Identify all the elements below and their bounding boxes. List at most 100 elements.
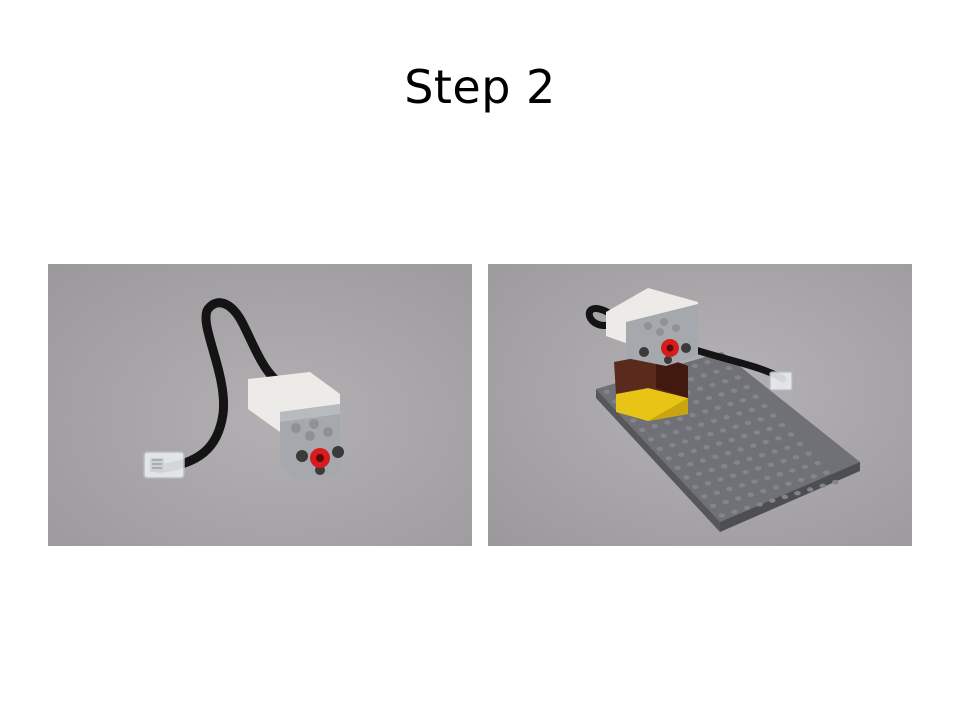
stud bbox=[665, 456, 672, 461]
stud bbox=[814, 460, 821, 466]
stud bbox=[742, 469, 749, 475]
stud bbox=[805, 451, 812, 456]
stud bbox=[733, 460, 740, 465]
stud bbox=[688, 377, 695, 382]
photo-motor-with-cable bbox=[48, 264, 472, 546]
stud bbox=[732, 424, 739, 429]
stud bbox=[769, 498, 776, 503]
stud bbox=[756, 502, 763, 507]
stud bbox=[750, 443, 757, 448]
stud bbox=[770, 413, 777, 418]
stud bbox=[806, 487, 814, 492]
stud bbox=[761, 403, 768, 409]
stud bbox=[702, 409, 709, 414]
stud bbox=[709, 382, 716, 388]
stud bbox=[739, 398, 747, 403]
stud bbox=[743, 384, 750, 390]
stud bbox=[789, 468, 796, 473]
stud bbox=[603, 389, 610, 395]
stud bbox=[785, 481, 792, 486]
stud bbox=[707, 431, 714, 437]
stud bbox=[747, 492, 754, 497]
stud bbox=[719, 428, 727, 433]
stud bbox=[705, 396, 713, 401]
stud bbox=[767, 462, 775, 467]
stud bbox=[689, 412, 696, 418]
stud bbox=[723, 415, 730, 420]
stud bbox=[724, 450, 732, 456]
stud bbox=[695, 471, 703, 476]
stud bbox=[696, 386, 704, 391]
stud bbox=[778, 422, 786, 428]
stud bbox=[704, 481, 712, 486]
stud bbox=[700, 373, 707, 378]
stud bbox=[792, 455, 800, 460]
stud bbox=[651, 424, 658, 429]
stud bbox=[647, 437, 655, 442]
slide-title: Step 2 bbox=[404, 60, 556, 114]
stud bbox=[664, 420, 671, 425]
stud bbox=[714, 405, 721, 410]
stud bbox=[753, 430, 761, 435]
stud bbox=[721, 464, 728, 469]
stud bbox=[758, 453, 766, 458]
stud bbox=[691, 363, 699, 369]
stud bbox=[737, 447, 744, 452]
stud bbox=[760, 488, 767, 494]
stud bbox=[798, 477, 805, 483]
stud bbox=[692, 484, 699, 490]
stud bbox=[730, 388, 738, 393]
stud bbox=[781, 494, 789, 500]
cable-connector bbox=[769, 371, 793, 391]
stud bbox=[794, 491, 801, 496]
stud bbox=[708, 467, 715, 473]
stud bbox=[748, 407, 755, 412]
stud bbox=[744, 420, 752, 426]
cable-connector bbox=[143, 451, 185, 479]
stud bbox=[704, 360, 711, 365]
stacked-bricks bbox=[614, 354, 688, 421]
stud bbox=[725, 365, 733, 371]
stud bbox=[764, 475, 771, 481]
stud bbox=[699, 458, 706, 463]
stud bbox=[734, 375, 741, 380]
stud bbox=[743, 505, 751, 511]
stud bbox=[674, 465, 681, 471]
stud bbox=[722, 379, 729, 384]
stud bbox=[728, 437, 735, 443]
stud bbox=[698, 422, 705, 427]
stud bbox=[780, 458, 787, 464]
stud bbox=[718, 513, 726, 518]
stud bbox=[762, 439, 769, 445]
stud bbox=[694, 435, 701, 440]
stud bbox=[718, 392, 725, 397]
stud bbox=[801, 464, 809, 469]
stud bbox=[735, 496, 742, 501]
stud bbox=[771, 449, 778, 454]
stud bbox=[832, 479, 839, 485]
stud bbox=[685, 426, 692, 431]
stud bbox=[755, 466, 762, 471]
stud bbox=[660, 433, 667, 438]
stud bbox=[678, 452, 685, 457]
stud bbox=[776, 472, 783, 477]
stud bbox=[810, 474, 817, 479]
motor-on-baseplate-illustration bbox=[488, 264, 912, 546]
stud bbox=[630, 418, 637, 423]
stud bbox=[709, 503, 717, 509]
stud bbox=[746, 456, 753, 462]
stud bbox=[741, 434, 748, 439]
stud bbox=[752, 394, 759, 399]
stud bbox=[712, 454, 719, 459]
stud bbox=[703, 445, 710, 450]
stud bbox=[676, 416, 684, 421]
stud bbox=[713, 490, 720, 495]
stud bbox=[710, 418, 718, 424]
stud bbox=[715, 441, 723, 446]
motor-with-cable-illustration bbox=[48, 264, 472, 546]
stud bbox=[731, 509, 738, 514]
stud bbox=[819, 483, 826, 488]
photo-motor-on-baseplate bbox=[488, 264, 912, 546]
stud bbox=[669, 443, 676, 448]
stud bbox=[738, 483, 746, 488]
